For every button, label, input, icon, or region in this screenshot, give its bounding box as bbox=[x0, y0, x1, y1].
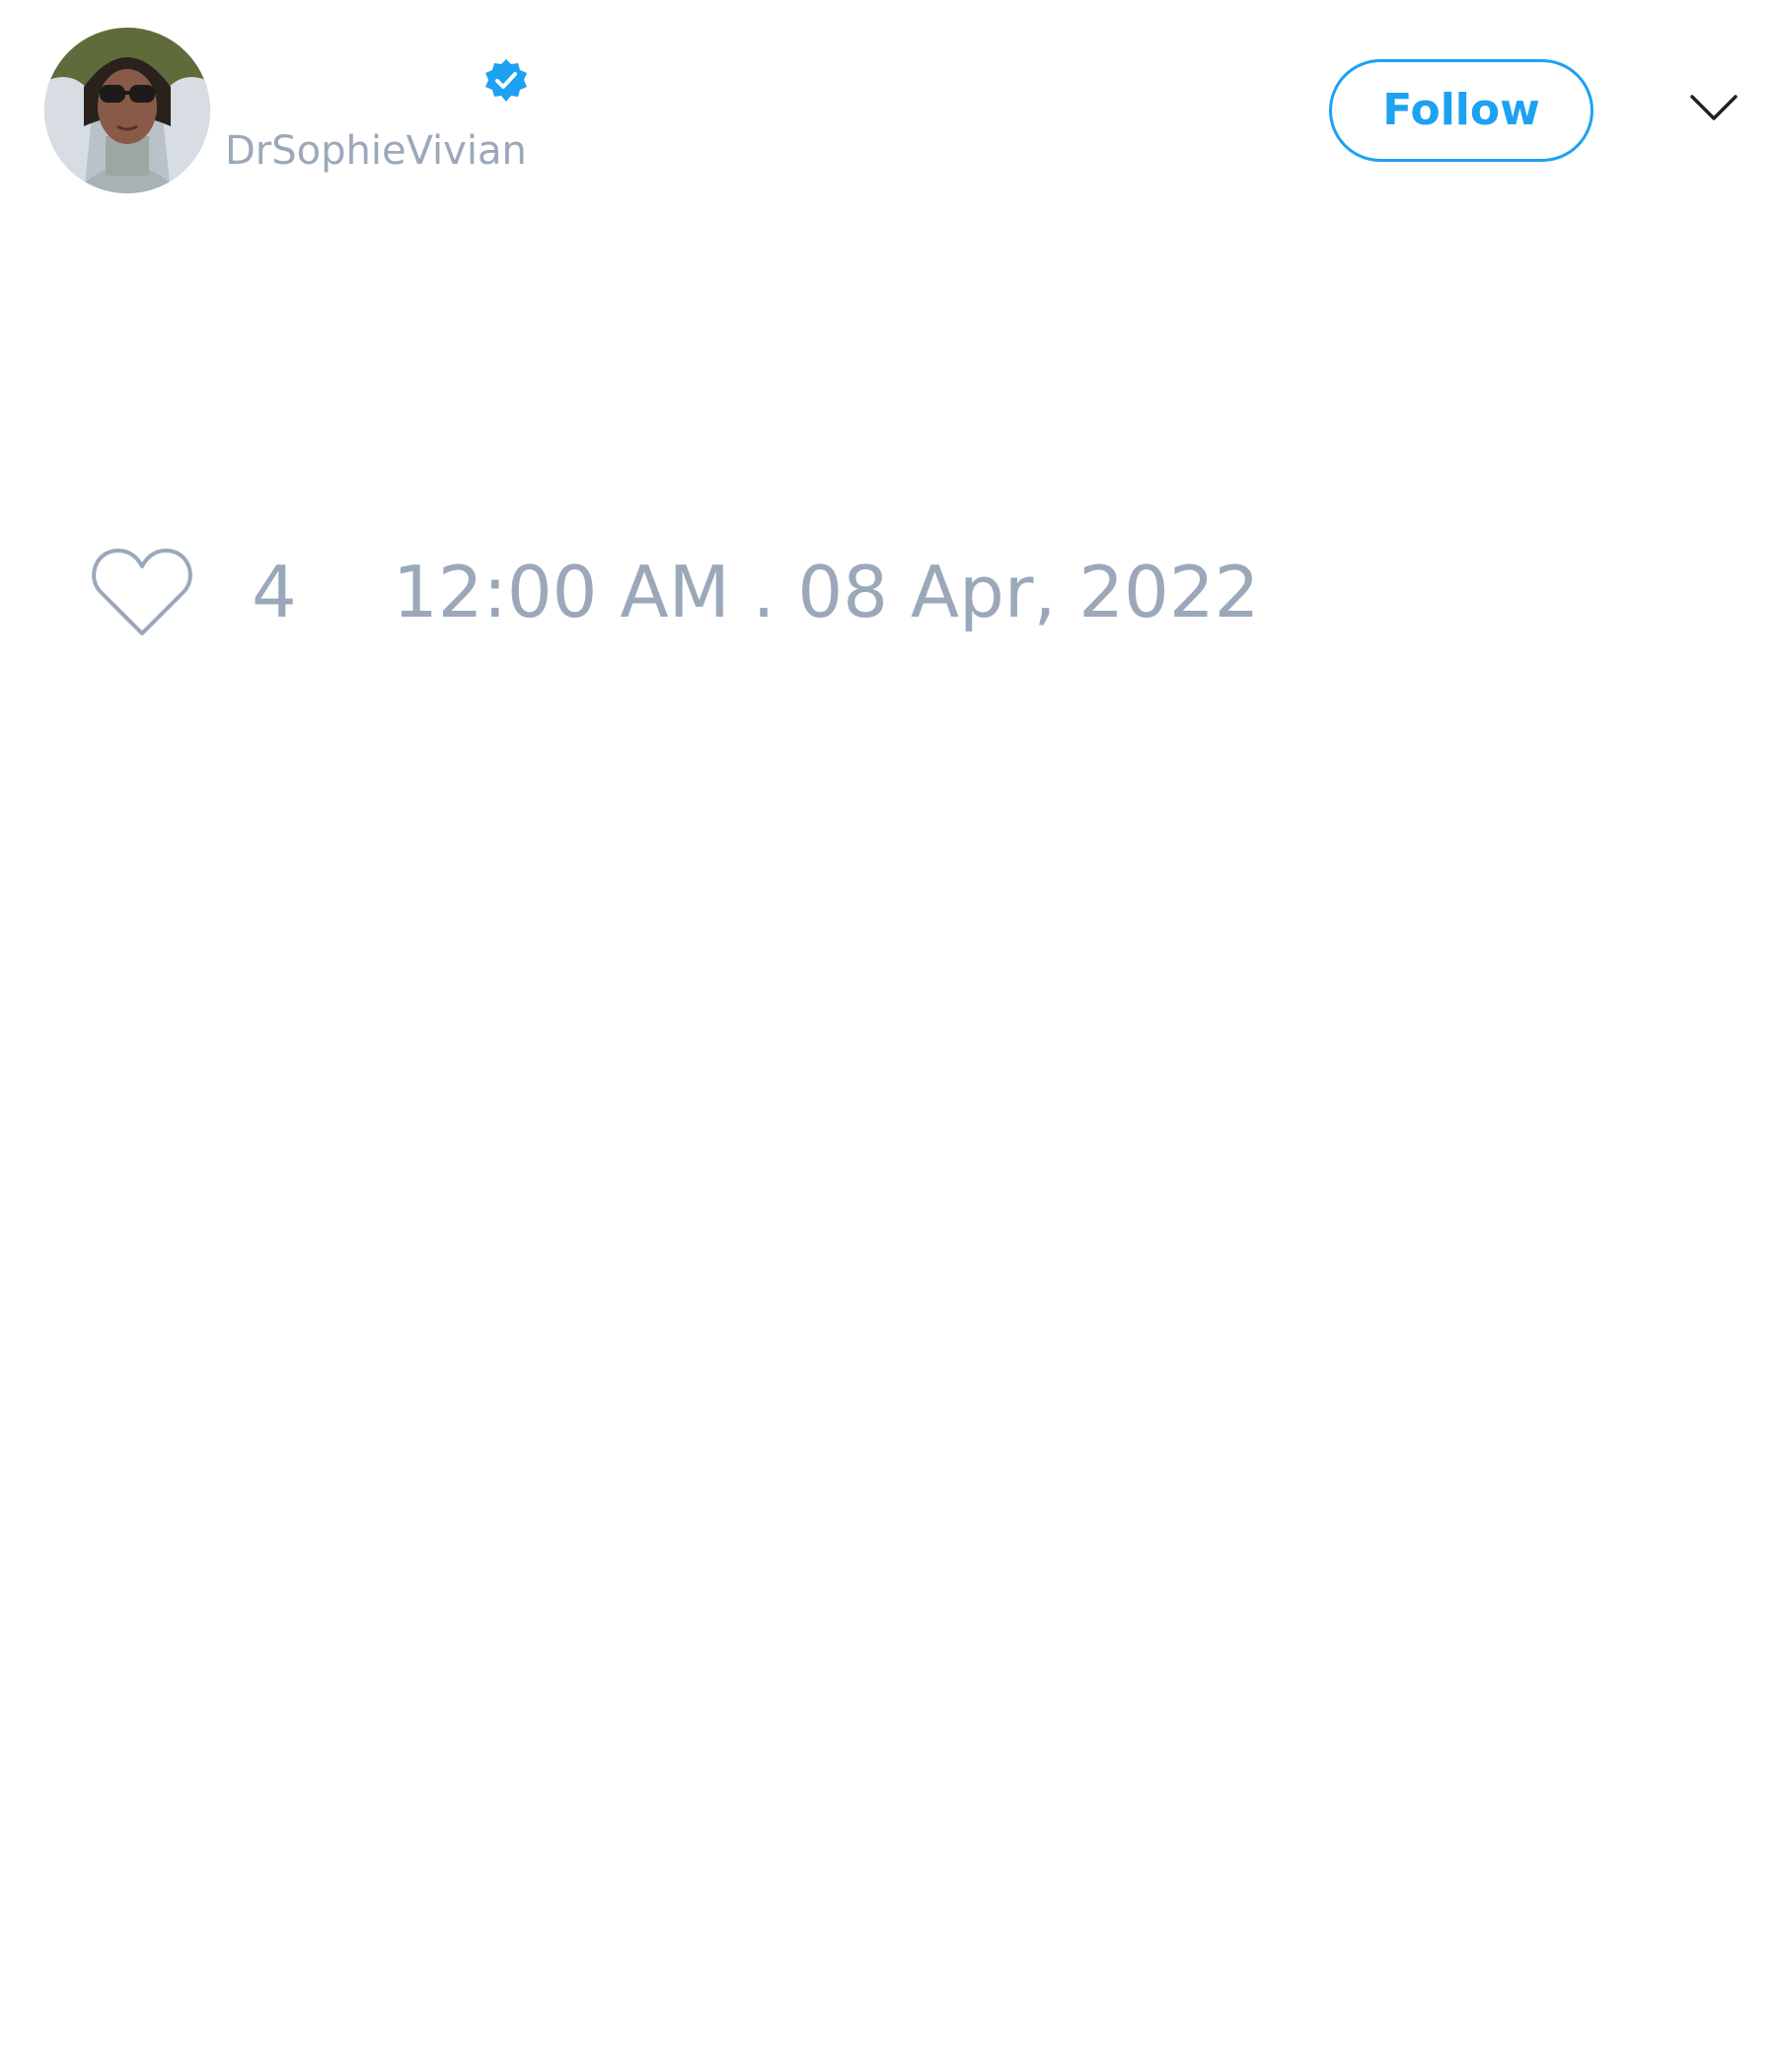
tweet-card: DrSophieVivian Follow 4 12:00 AM . 08 Ap… bbox=[0, 0, 1776, 2072]
verified-badge-icon bbox=[485, 59, 527, 102]
avatar[interactable] bbox=[44, 28, 210, 193]
author-handle[interactable]: DrSophieVivian bbox=[225, 126, 527, 176]
chevron-down-icon[interactable] bbox=[1689, 89, 1739, 128]
avatar-photo bbox=[44, 28, 210, 193]
tweet-timestamp[interactable]: 12:00 AM . 08 Apr, 2022 bbox=[393, 543, 1259, 641]
heart-outline-icon[interactable] bbox=[89, 543, 195, 641]
like-count: 4 bbox=[252, 551, 297, 633]
tweet-actions: 4 12:00 AM . 08 Apr, 2022 bbox=[0, 533, 1776, 651]
follow-button[interactable]: Follow bbox=[1329, 59, 1593, 162]
tweet-header: DrSophieVivian Follow bbox=[0, 0, 1776, 217]
